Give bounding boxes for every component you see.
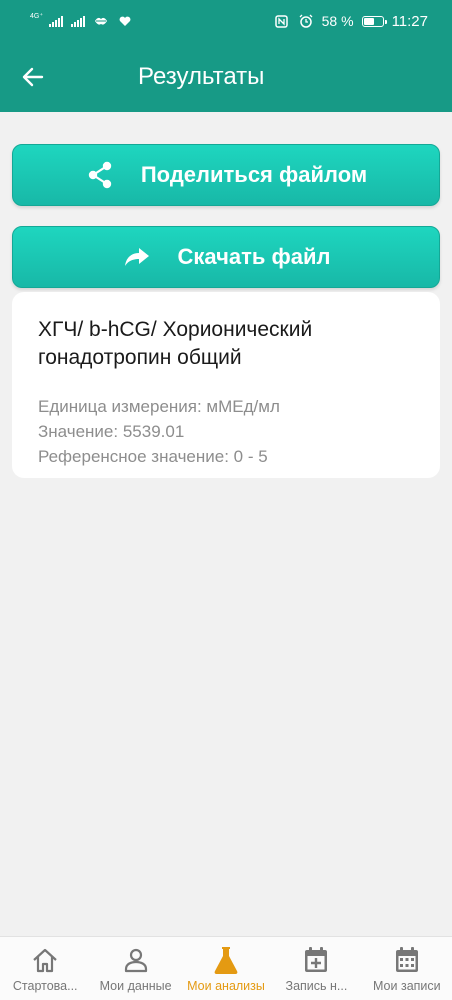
battery-icon xyxy=(361,15,387,27)
status-bar-left: 4G⁺ xyxy=(30,13,133,29)
result-details: Единица измерения: мМЕд/мл Значение: 553… xyxy=(38,394,414,469)
nfc-icon xyxy=(274,13,290,29)
page-title: Результаты xyxy=(138,63,265,90)
nav-item-booking[interactable]: Запись н... xyxy=(271,937,361,1000)
person-icon xyxy=(121,945,151,975)
nav-label-booking: Запись н... xyxy=(285,979,348,993)
flask-icon xyxy=(211,945,241,975)
alarm-icon xyxy=(298,13,314,29)
result-reference: Референсное значение: 0 - 5 xyxy=(38,447,268,466)
share-file-label: Поделиться файлом xyxy=(140,162,368,187)
lips-notification-icon xyxy=(93,13,109,29)
nav-label-my-bookings: Мои записи xyxy=(373,979,441,993)
signal-strength-2-icon xyxy=(71,15,86,27)
network-type-label: 4G⁺ xyxy=(30,13,44,20)
app-bar: Результаты xyxy=(0,42,452,112)
share-file-button[interactable]: Поделиться файлом xyxy=(12,144,440,206)
calendar-plus-icon xyxy=(301,945,331,975)
nav-item-home[interactable]: Стартова... xyxy=(0,937,90,1000)
status-bar-right: 58 % 11:27 xyxy=(274,13,428,30)
result-unit: Единица измерения: мМЕд/мл xyxy=(38,397,280,416)
forward-arrow-icon xyxy=(122,242,152,272)
share-icon xyxy=(85,160,115,190)
nav-label-home: Стартова... xyxy=(12,979,78,993)
download-file-button[interactable]: Скачать файл xyxy=(12,226,440,288)
status-bar: 4G⁺ 58 % 11:27 xyxy=(0,0,452,42)
calendar-icon xyxy=(392,945,422,975)
signal-strength-icon xyxy=(49,15,64,27)
result-title: ХГЧ/ b-hCG/ Хорионический гонадотропин о… xyxy=(38,318,313,369)
result-value: Значение: 5539.01 xyxy=(38,422,185,441)
home-icon xyxy=(30,945,60,975)
nav-label-my-data: Мои данные xyxy=(99,979,172,993)
battery-percent: 58 % xyxy=(321,13,354,29)
back-button[interactable] xyxy=(0,42,66,112)
nav-item-my-data[interactable]: Мои данные xyxy=(90,937,180,1000)
nav-label-my-analyses: Мои анализы xyxy=(187,979,265,993)
download-file-label: Скачать файл xyxy=(177,244,331,269)
clock: 11:27 xyxy=(391,12,428,30)
arrow-left-icon xyxy=(22,67,44,87)
bottom-navigation: Стартова... Мои данные Мои анализы Запис… xyxy=(0,936,452,1000)
nav-item-my-analyses[interactable]: Мои анализы xyxy=(181,937,271,1000)
heart-notification-icon xyxy=(117,13,133,29)
nav-item-my-bookings[interactable]: Мои записи xyxy=(362,937,452,1000)
result-card: ХГЧ/ b-hCG/ Хорионический гонадотропин о… xyxy=(12,292,440,478)
